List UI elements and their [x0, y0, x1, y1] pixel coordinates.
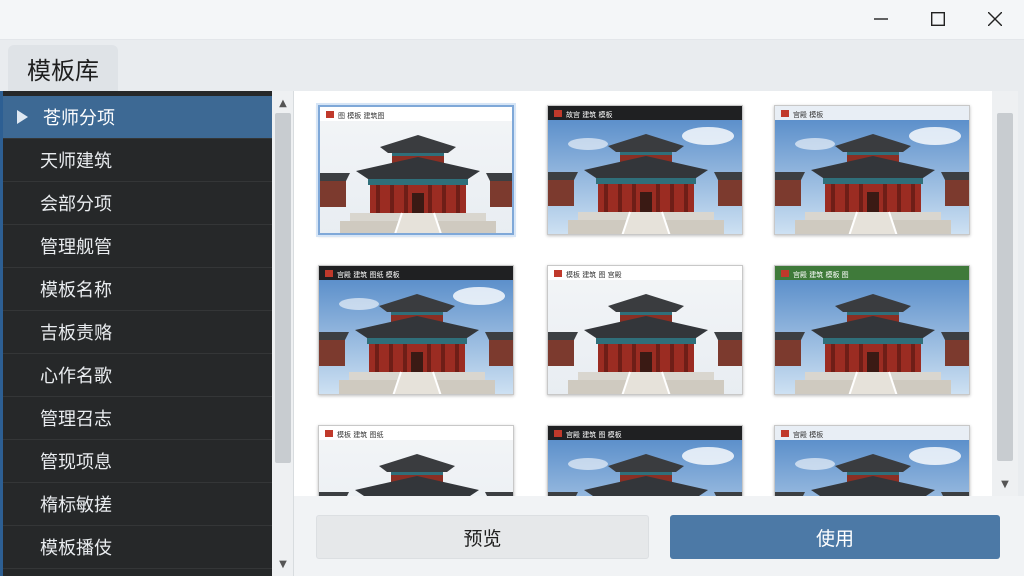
minimize-icon: [874, 18, 888, 20]
use-button[interactable]: 使用: [670, 515, 1000, 559]
thumbnail-caption: 宫殿 建筑 图纸 模板: [337, 270, 400, 279]
template-thumbnail[interactable]: 模板 建筑 图 宫殿: [547, 265, 743, 395]
thumbnail-caption: 模板 建筑 图 宫殿: [566, 270, 622, 279]
palace-image: 故宫 建筑 模板: [548, 106, 742, 234]
close-button[interactable]: [966, 0, 1024, 38]
template-gallery: 图 模板 建筑图 故宫 建筑 模板 宫殿 模板 宫殿 建筑 图纸 模板 模板 建…: [294, 91, 992, 496]
sidebar-item[interactable]: 管理召志: [3, 397, 272, 440]
preview-button[interactable]: 预览: [316, 515, 649, 559]
sidebar-item[interactable]: 模板播伎: [3, 526, 272, 569]
thumbnail-caption: 宫殿 建筑 模板 图: [793, 270, 849, 279]
thumbnail-caption: 图 模板 建筑图: [338, 111, 384, 120]
category-list: 苍师分项天师建筑会部分项管理舰管模板名称吉板责赂心作名歌管理召志管现项息楕标敏搓…: [3, 91, 272, 569]
sidebar-item-label: 模板播伎: [40, 538, 112, 559]
sidebar-item[interactable]: 模板名称: [3, 268, 272, 311]
palace-image: 宫殿 模板: [775, 106, 969, 234]
sidebar-item-label: 管理召志: [40, 409, 112, 430]
template-thumbnail[interactable]: 宫殿 建筑 图纸 模板: [318, 265, 514, 395]
template-thumbnail[interactable]: 宫殿 建筑 模板 图: [774, 265, 970, 395]
thumbnail-caption: 宫殿 建筑 图 模板: [566, 430, 622, 439]
template-thumbnail[interactable]: 模板 建筑 图纸: [318, 425, 514, 496]
palace-image: 宫殿 建筑 模板 图: [775, 266, 969, 394]
sidebar-item-label: 会部分项: [40, 194, 112, 215]
scroll-up-arrow-icon[interactable]: ▲: [272, 93, 294, 113]
category-sidebar: 苍师分项天师建筑会部分项管理舰管模板名称吉板责赂心作名歌管理召志管现项息楕标敏搓…: [0, 91, 272, 576]
sidebar-item-label: 天师建筑: [40, 151, 112, 172]
maximize-icon: [931, 12, 945, 26]
action-bar: 预览 使用: [294, 496, 1024, 576]
sidebar-item-label: 心作名歌: [40, 366, 112, 387]
expand-arrow-icon: [17, 110, 28, 124]
sidebar-scrollbar[interactable]: ▲ ▼: [272, 91, 294, 576]
palace-image: 宫殿 建筑 图 模板: [548, 426, 742, 496]
library-title: 模板库: [8, 45, 118, 91]
sidebar-item-label: 管理舰管: [40, 237, 112, 258]
thumbnail-caption: 宫殿 模板: [793, 110, 823, 119]
palace-image: 宫殿 建筑 图纸 模板: [319, 266, 513, 394]
sidebar-item[interactable]: 吉板责赂: [3, 311, 272, 354]
palace-image: 宫殿 模板: [775, 426, 969, 496]
scroll-down-arrow-icon[interactable]: ▼: [272, 554, 294, 574]
template-thumbnail[interactable]: 图 模板 建筑图: [318, 105, 514, 235]
template-thumbnail[interactable]: 宫殿 建筑 图 模板: [547, 425, 743, 496]
sidebar-item[interactable]: 管现项息: [3, 440, 272, 483]
sidebar-item[interactable]: 苍师分项: [3, 96, 272, 139]
thumbnail-caption: 宫殿 模板: [793, 430, 823, 439]
gallery-scrollbar[interactable]: ▼: [992, 91, 1018, 496]
sidebar-item-label: 楕标敏搓: [40, 495, 112, 516]
palace-image: 图 模板 建筑图: [320, 107, 512, 233]
sidebar-item[interactable]: 心作名歌: [3, 354, 272, 397]
sidebar-item-label: 模板名称: [40, 280, 112, 301]
sidebar-scroll-thumb[interactable]: [275, 113, 291, 463]
thumbnail-caption: 模板 建筑 图纸: [337, 430, 383, 439]
palace-image: 模板 建筑 图纸: [319, 426, 513, 496]
minimize-button[interactable]: [852, 0, 910, 38]
sidebar-item[interactable]: 管理舰管: [3, 225, 272, 268]
scroll-down-arrow-icon[interactable]: ▼: [994, 474, 1016, 494]
sidebar-item-label: 吉板责赂: [40, 323, 112, 344]
sidebar-item-label: 管现项息: [40, 452, 112, 473]
palace-image: 模板 建筑 图 宫殿: [548, 266, 742, 394]
template-thumbnail[interactable]: 宫殿 模板: [774, 425, 970, 496]
thumbnail-caption: 故宫 建筑 模板: [566, 110, 612, 119]
title-bar: [0, 0, 1024, 40]
sidebar-item[interactable]: 天师建筑: [3, 139, 272, 182]
close-icon: [988, 12, 1002, 26]
sidebar-item-label: 苍师分项: [43, 108, 115, 129]
maximize-button[interactable]: [909, 0, 967, 38]
gallery-scroll-thumb[interactable]: [997, 113, 1013, 461]
sidebar-item[interactable]: 会部分项: [3, 182, 272, 225]
template-thumbnail[interactable]: 宫殿 模板: [774, 105, 970, 235]
sidebar-item[interactable]: 楕标敏搓: [3, 483, 272, 526]
template-thumbnail[interactable]: 故宫 建筑 模板: [547, 105, 743, 235]
